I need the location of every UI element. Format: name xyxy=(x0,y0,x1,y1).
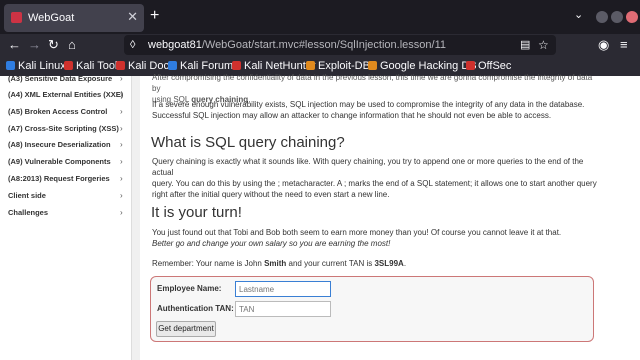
bookmark-kali-tools[interactable]: Kali Tools xyxy=(64,60,123,72)
url-text: webgoat81/WebGoat/start.mvc#lesson/SqlIn… xyxy=(148,39,446,51)
tab-close-icon[interactable]: ✕ xyxy=(127,9,138,25)
paragraph-line: Successful SQL injection may allow an at… xyxy=(152,111,552,120)
sidebar-item-label: (A4) XML External Entities (XXE) xyxy=(8,90,124,99)
forward-arrow-icon[interactable]: → xyxy=(28,37,41,53)
tab-title: WebGoat xyxy=(28,12,75,24)
authentication-tan-label: Authentication TAN: xyxy=(157,304,234,313)
get-department-button[interactable]: Get department xyxy=(156,321,216,337)
chevron-right-icon: › xyxy=(120,157,123,166)
kali-nethunter-icon xyxy=(232,61,241,70)
sidebar-item-label: Client side xyxy=(8,191,46,200)
shield-icon[interactable]: ◊ xyxy=(130,37,135,53)
bookmark-kali-forums[interactable]: Kali Forums xyxy=(168,60,239,72)
tab-list-chevron-icon[interactable]: ⌄ xyxy=(574,8,583,21)
query-chaining-paragraph: Query chaining is exactly what it sounds… xyxy=(152,156,602,200)
employee-name-input[interactable] xyxy=(235,281,331,297)
paragraph-line: Query chaining is exactly what it sounds… xyxy=(152,157,584,177)
bookmark-offsec[interactable]: OffSec xyxy=(466,60,511,72)
lesson-sidebar: (A3) Sensitive Data Exposure › (A4) XML E… xyxy=(0,74,132,360)
new-tab-button[interactable]: + xyxy=(150,8,159,24)
reader-view-icon[interactable]: ▤ xyxy=(520,37,530,53)
heading-query-chaining: What is SQL query chaining? xyxy=(151,134,345,151)
exploit-db-icon xyxy=(306,61,315,70)
back-arrow-icon[interactable]: ← xyxy=(8,37,21,53)
heading-your-turn: It is your turn! xyxy=(151,204,242,221)
home-icon[interactable]: ⌂ xyxy=(68,37,76,53)
sql-injection-form: Employee Name: Authentication TAN: Get d… xyxy=(150,276,594,342)
webgoat-favicon-icon xyxy=(11,12,22,23)
chevron-right-icon: › xyxy=(120,174,123,183)
bookmark-exploit-db[interactable]: Exploit-DB xyxy=(306,60,370,72)
kali-docs-icon xyxy=(116,61,125,70)
your-turn-paragraph: You just found out that Tobi and Bob bot… xyxy=(152,227,602,249)
close-window-button[interactable] xyxy=(626,11,638,23)
remember-paragraph: Remember: Your name is John Smith and yo… xyxy=(152,259,407,268)
chevron-right-icon: › xyxy=(120,208,123,217)
google-hacking-db-icon xyxy=(368,61,377,70)
paragraph-line: query. You can do this by using the ; me… xyxy=(152,179,597,188)
paragraph-line: You just found out that Tobi and Bob bot… xyxy=(152,228,562,237)
minimize-window-button[interactable] xyxy=(596,11,608,23)
paragraph-line: right after the initial query without th… xyxy=(152,190,390,199)
bookmark-kali-linux[interactable]: Kali Linux xyxy=(6,60,66,72)
sidebar-item-label: (A5) Broken Access Control xyxy=(8,107,108,116)
reload-icon[interactable]: ↻ xyxy=(48,37,59,53)
sidebar-item-label: Challenges xyxy=(8,208,49,217)
menu-hamburger-icon[interactable]: ≡ xyxy=(620,37,628,53)
kali-forums-icon xyxy=(168,61,177,70)
browser-tab-webgoat[interactable]: WebGoat ✕ xyxy=(4,4,144,32)
sidebar-item-label: (A8) Insecure Deserialization xyxy=(8,140,111,149)
browser-nav-bar: ← → ↻ ⌂ ◊ webgoat81/WebGoat/start.mvc#le… xyxy=(0,34,640,56)
intro-line: After compromising the confidentiality o… xyxy=(152,73,593,93)
sidebar-item-label: (A7) Cross-Site Scripting (XSS) xyxy=(8,124,119,133)
kali-linux-icon xyxy=(6,61,15,70)
employee-name-label: Employee Name: xyxy=(157,284,222,293)
paragraph-line: If a severe enough vulnerability exists,… xyxy=(152,100,585,109)
offsec-icon xyxy=(466,61,475,70)
integrity-paragraph: If a severe enough vulnerability exists,… xyxy=(152,99,602,121)
sidebar-item-label: (A9) Vulnerable Components xyxy=(8,157,111,166)
chevron-right-icon: › xyxy=(120,191,123,200)
bookmark-kali-nethunter[interactable]: Kali NetHunter xyxy=(232,60,316,72)
bookmark-kali-docs[interactable]: Kali Docs xyxy=(116,60,174,72)
url-bar[interactable]: ◊ webgoat81/WebGoat/start.mvc#lesson/Sql… xyxy=(124,35,556,55)
browser-tab-bar: WebGoat ✕ + ⌄ xyxy=(0,0,640,34)
chevron-right-icon: › xyxy=(120,74,123,83)
chevron-right-icon: › xyxy=(120,124,123,133)
bookmark-google-hacking-db[interactable]: Google Hacking DB xyxy=(368,60,477,72)
sidebar-item-label: (A3) Sensitive Data Exposure xyxy=(8,74,113,83)
sidebar-item-label: (A8:2013) Request Forgeries xyxy=(8,174,110,183)
paragraph-line: Better go and change your own salary so … xyxy=(152,239,391,248)
chevron-right-icon: › xyxy=(120,107,123,116)
bookmark-star-icon[interactable]: ☆ xyxy=(538,37,549,53)
pocket-icon[interactable]: ◉ xyxy=(598,37,609,53)
chevron-right-icon: › xyxy=(120,140,123,149)
authentication-tan-input[interactable] xyxy=(235,301,331,317)
kali-tools-icon xyxy=(64,61,73,70)
maximize-window-button[interactable] xyxy=(611,11,623,23)
chevron-right-icon: › xyxy=(120,90,123,99)
